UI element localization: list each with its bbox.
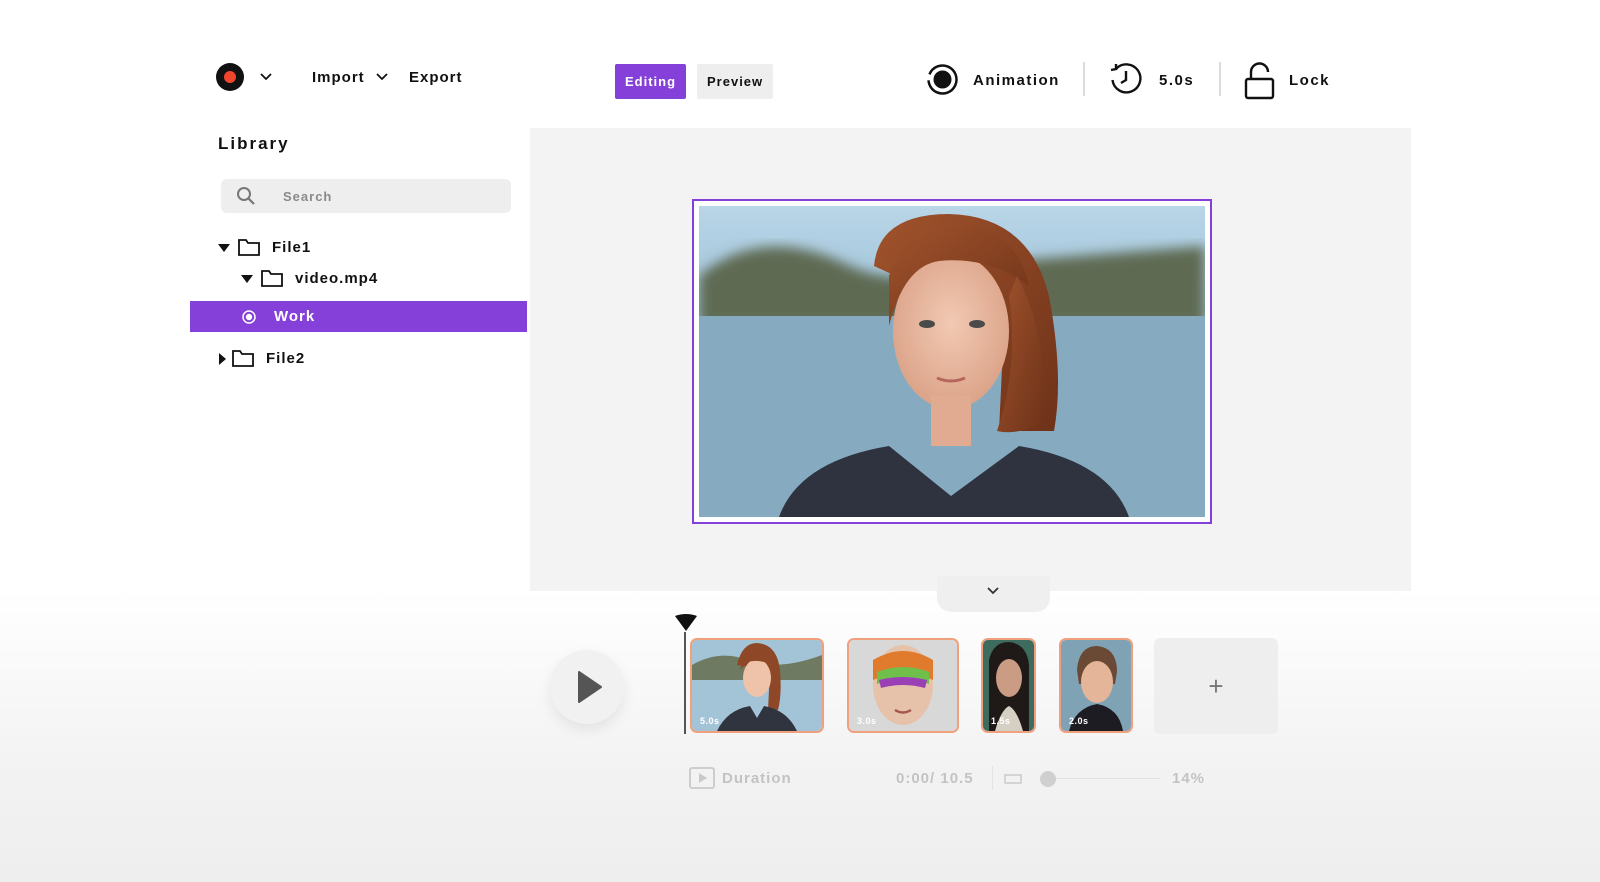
toolbar-divider [1083, 62, 1085, 96]
chevron-down-icon[interactable] [375, 70, 389, 84]
playhead[interactable] [684, 632, 686, 734]
clip-duration: 3.0s [857, 716, 877, 726]
record-button[interactable] [216, 63, 244, 91]
tree-item-file1[interactable]: File1 [218, 238, 518, 260]
folder-icon [232, 350, 254, 367]
tree-label-video: video.mp4 [295, 270, 379, 287]
caret-down-icon[interactable] [241, 274, 253, 284]
folder-icon [261, 270, 283, 287]
import-menu[interactable]: Import [312, 69, 365, 86]
clip-duration: 5.0s [700, 716, 720, 726]
export-button[interactable]: Export [409, 69, 463, 86]
radio-selected-icon [242, 310, 256, 324]
clip-duration: 1.5s [991, 716, 1011, 726]
play-icon [578, 671, 602, 703]
play-button[interactable] [550, 650, 624, 724]
playhead-handle-icon[interactable] [673, 613, 699, 633]
time-readout: 0:00/ 10.5 [896, 770, 974, 787]
tab-editing[interactable]: Editing [615, 64, 687, 99]
caret-right-icon[interactable] [218, 353, 226, 365]
caret-down-icon[interactable] [218, 243, 230, 253]
animation-icon[interactable] [926, 63, 959, 96]
timeline-clip[interactable]: 5.0s [690, 638, 824, 733]
import-label: Import [312, 69, 365, 86]
toolbar-divider [1219, 62, 1221, 96]
tree-item-work[interactable]: Work [190, 301, 527, 332]
preview-play-icon[interactable] [689, 767, 715, 789]
search-box[interactable] [221, 179, 511, 213]
duration-label: Duration [722, 770, 792, 787]
search-input[interactable] [283, 179, 493, 213]
zoom-slider-track[interactable] [1048, 778, 1160, 779]
timeline-clip[interactable]: 2.0s [1059, 638, 1133, 733]
animation-label[interactable]: Animation [973, 72, 1060, 89]
tree-item-file2[interactable]: File2 [218, 349, 518, 371]
add-clip-button[interactable]: + [1154, 638, 1278, 734]
timeline-clip[interactable]: 3.0s [847, 638, 959, 733]
timer-icon[interactable] [1108, 61, 1144, 97]
chevron-down-icon[interactable] [259, 70, 273, 84]
folder-icon [238, 239, 260, 256]
portrait-photo [699, 206, 1205, 517]
search-icon [237, 187, 255, 205]
lock-label[interactable]: Lock [1289, 72, 1330, 89]
tree-label-file1: File1 [272, 239, 312, 256]
library-title: Library [218, 134, 290, 153]
clip-duration: 2.0s [1069, 716, 1089, 726]
tree-label-file2: File2 [266, 350, 306, 367]
selected-frame[interactable] [692, 199, 1212, 524]
chevron-down-icon [987, 587, 999, 595]
lock-icon[interactable] [1244, 62, 1275, 100]
timeline-clip[interactable]: 1.5s [981, 638, 1036, 733]
collapse-panel-button[interactable] [937, 576, 1050, 612]
zoom-percent: 14% [1172, 770, 1206, 787]
tab-preview[interactable]: Preview [697, 64, 774, 99]
aspect-ratio-icon[interactable] [1004, 773, 1022, 785]
footer-divider [992, 766, 993, 790]
tree-label-work: Work [274, 308, 316, 325]
zoom-slider-knob[interactable] [1040, 771, 1056, 787]
duration-value[interactable]: 5.0s [1159, 72, 1194, 89]
tree-item-video[interactable]: video.mp4 [241, 269, 521, 291]
